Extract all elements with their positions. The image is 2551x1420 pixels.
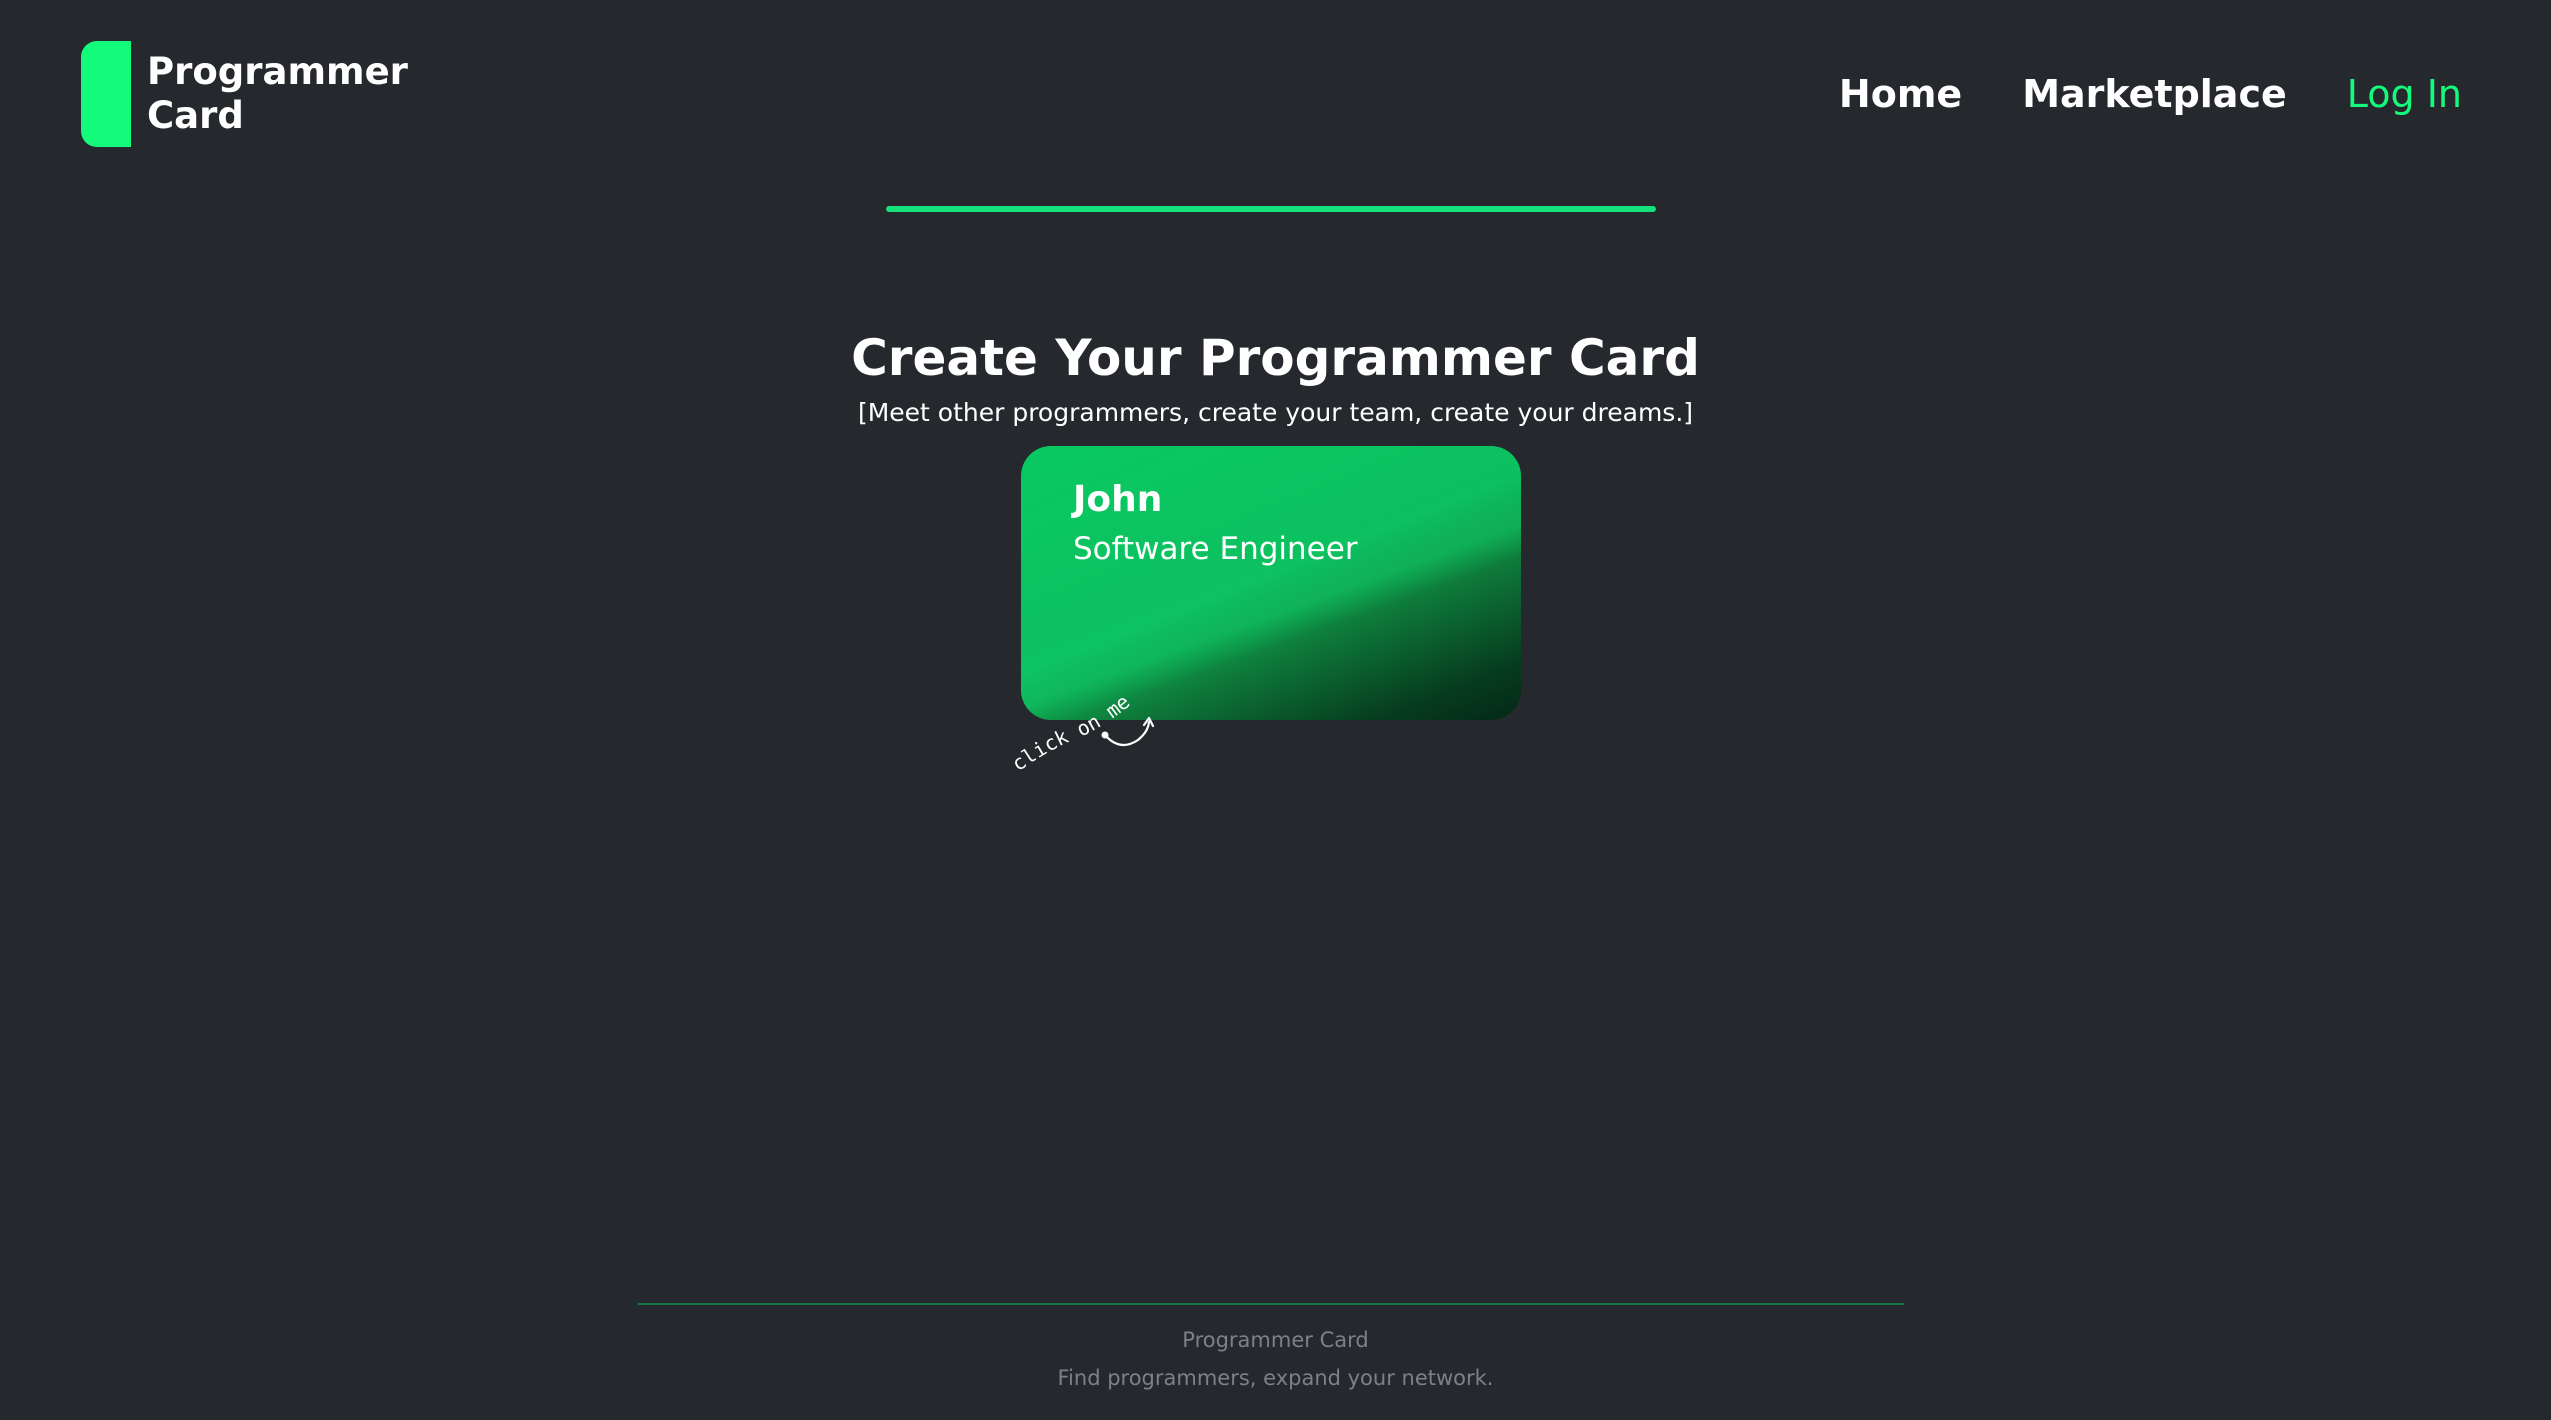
logo-mark bbox=[81, 41, 131, 147]
main-nav: Home Marketplace Log In bbox=[1779, 72, 2462, 116]
logo-text: Programmer Card bbox=[147, 50, 408, 137]
card-name: John bbox=[1073, 479, 1163, 520]
page-root: Programmer Card Home Marketplace Log In … bbox=[0, 0, 2551, 1420]
nav-marketplace-link[interactable]: Marketplace bbox=[2022, 72, 2287, 116]
programmer-card[interactable]: John Software Engineer bbox=[1021, 446, 1521, 720]
nav-home-link[interactable]: Home bbox=[1839, 72, 1962, 116]
nav-login-link[interactable]: Log In bbox=[2347, 72, 2462, 116]
page-title: Create Your Programmer Card bbox=[851, 329, 1700, 387]
footer-tagline: Find programmers, expand your network. bbox=[1057, 1366, 1494, 1390]
header-accent-line bbox=[886, 206, 1656, 212]
page-subtitle: [Meet other programmers, create your tea… bbox=[857, 398, 1694, 427]
card-role: Software Engineer bbox=[1073, 531, 1358, 567]
footer-title: Programmer Card bbox=[1182, 1328, 1369, 1352]
click-hint: click on me bbox=[1008, 690, 1155, 776]
click-hint-text: click on me bbox=[1008, 690, 1134, 776]
footer-divider bbox=[638, 1303, 1904, 1305]
site-logo[interactable]: Programmer Card bbox=[81, 41, 408, 147]
